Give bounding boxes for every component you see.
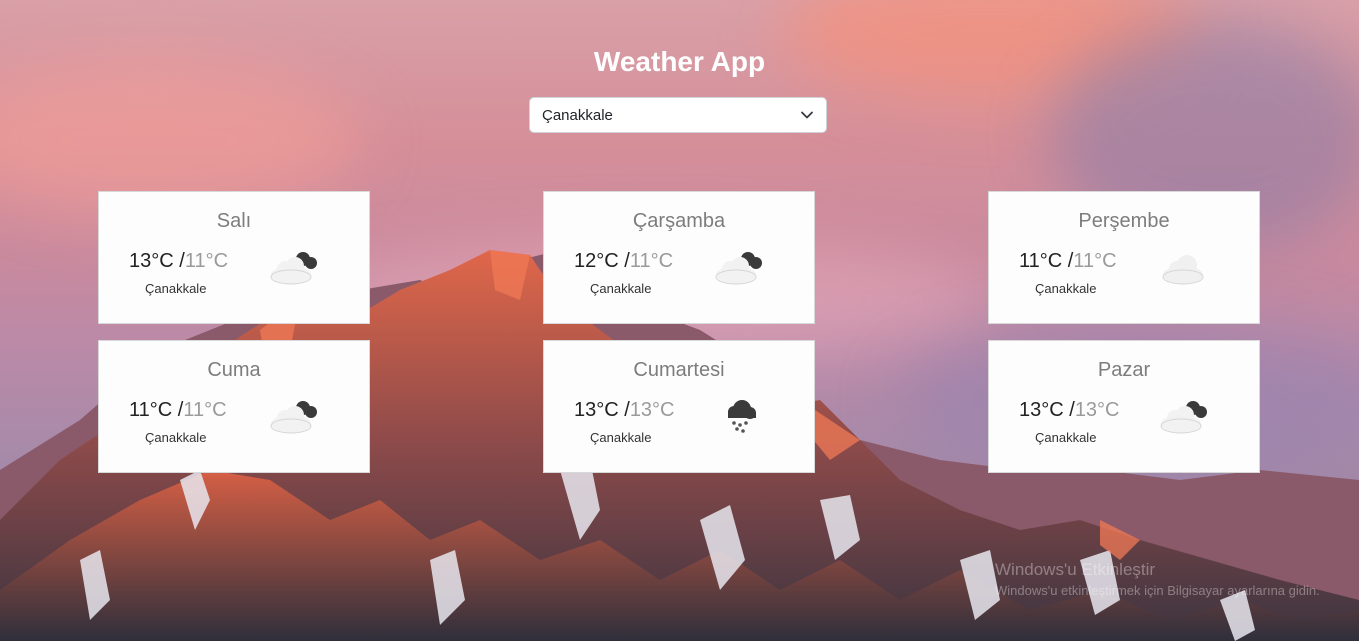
temp-high: 11°C bbox=[129, 399, 173, 421]
forecast-card: Salı 13°C /11°C Çanakkale bbox=[98, 191, 370, 324]
forecast-location: Çanakkale bbox=[145, 430, 207, 445]
page-title: Weather App bbox=[593, 46, 766, 77]
chevron-down-icon bbox=[801, 111, 813, 119]
forecast-temps: 12°C /11°C bbox=[574, 250, 673, 273]
temp-low: 13°C bbox=[1074, 399, 1120, 421]
cloud-icon bbox=[1162, 255, 1204, 285]
forecast-day: Salı bbox=[216, 210, 252, 232]
forecast-card: Perşembe 11°C /11°C Çanakkale bbox=[988, 191, 1260, 324]
temp-high: 11°C bbox=[1019, 250, 1063, 272]
forecast-card: Çarşamba 12°C /11°C Çanakkale bbox=[543, 191, 815, 324]
temp-high: 13°C bbox=[1019, 399, 1064, 421]
temp-low: 11°C bbox=[183, 399, 227, 421]
temp-separator: / bbox=[1062, 250, 1074, 272]
city-dropdown-value: Çanakkale bbox=[542, 106, 613, 124]
app-background: Weather App Çanakkale Salı 13°C /11°C Ça… bbox=[0, 0, 1359, 641]
city-dropdown[interactable]: Çanakkale bbox=[529, 97, 827, 133]
forecast-card: Cumartesi 13°C /13°C Çanakkale bbox=[543, 340, 815, 473]
forecast-temps: 13°C /13°C bbox=[574, 399, 675, 422]
forecast-location: Çanakkale bbox=[1035, 281, 1097, 296]
forecast-location: Çanakkale bbox=[1035, 430, 1097, 445]
watermark-title: Windows'u Etkinleştir bbox=[995, 560, 1156, 579]
temp-separator: / bbox=[173, 250, 185, 272]
forecast-day: Pazar bbox=[1097, 359, 1151, 381]
temp-high: 13°C bbox=[574, 399, 619, 421]
cloud-sun-icon bbox=[1160, 401, 1207, 434]
temp-low: 13°C bbox=[629, 399, 675, 421]
forecast-temps: 11°C /11°C bbox=[129, 399, 227, 422]
forecast-temps: 13°C /11°C bbox=[129, 250, 228, 273]
temp-high: 13°C bbox=[129, 250, 174, 272]
forecast-day: Perşembe bbox=[1078, 210, 1170, 232]
cloud-sun-icon bbox=[715, 252, 762, 285]
forecast-card: Cuma 11°C /11°C Çanakkale bbox=[98, 340, 370, 473]
forecast-location: Çanakkale bbox=[590, 430, 652, 445]
forecast-location: Çanakkale bbox=[145, 281, 207, 296]
temp-low: 11°C bbox=[629, 250, 674, 272]
windows-activation-watermark: Windows'u Etkinleştir Windows'u etkinleş… bbox=[995, 560, 1320, 598]
forecast-day: Cuma bbox=[207, 359, 261, 381]
temp-separator: / bbox=[1063, 399, 1075, 421]
temp-separator: / bbox=[618, 399, 630, 421]
cloud-sun-icon bbox=[270, 252, 317, 285]
temp-low: 11°C bbox=[184, 250, 229, 272]
forecast-day: Cumartesi bbox=[633, 359, 725, 381]
cloud-sun-icon bbox=[270, 401, 317, 434]
forecast-location: Çanakkale bbox=[590, 281, 652, 296]
forecast-day: Çarşamba bbox=[632, 210, 726, 232]
temp-high: 12°C bbox=[574, 250, 619, 272]
forecast-temps: 11°C /11°C bbox=[1019, 250, 1117, 273]
forecast-temps: 13°C /13°C bbox=[1019, 399, 1120, 422]
temp-separator: / bbox=[172, 399, 184, 421]
snow-cloud-icon bbox=[728, 400, 756, 433]
temp-separator: / bbox=[618, 250, 630, 272]
forecast-card: Pazar 13°C /13°C Çanakkale bbox=[988, 340, 1260, 473]
watermark-subtitle: Windows'u etkinleştirmek için Bilgisayar… bbox=[995, 583, 1320, 598]
temp-low: 11°C bbox=[1073, 250, 1117, 272]
